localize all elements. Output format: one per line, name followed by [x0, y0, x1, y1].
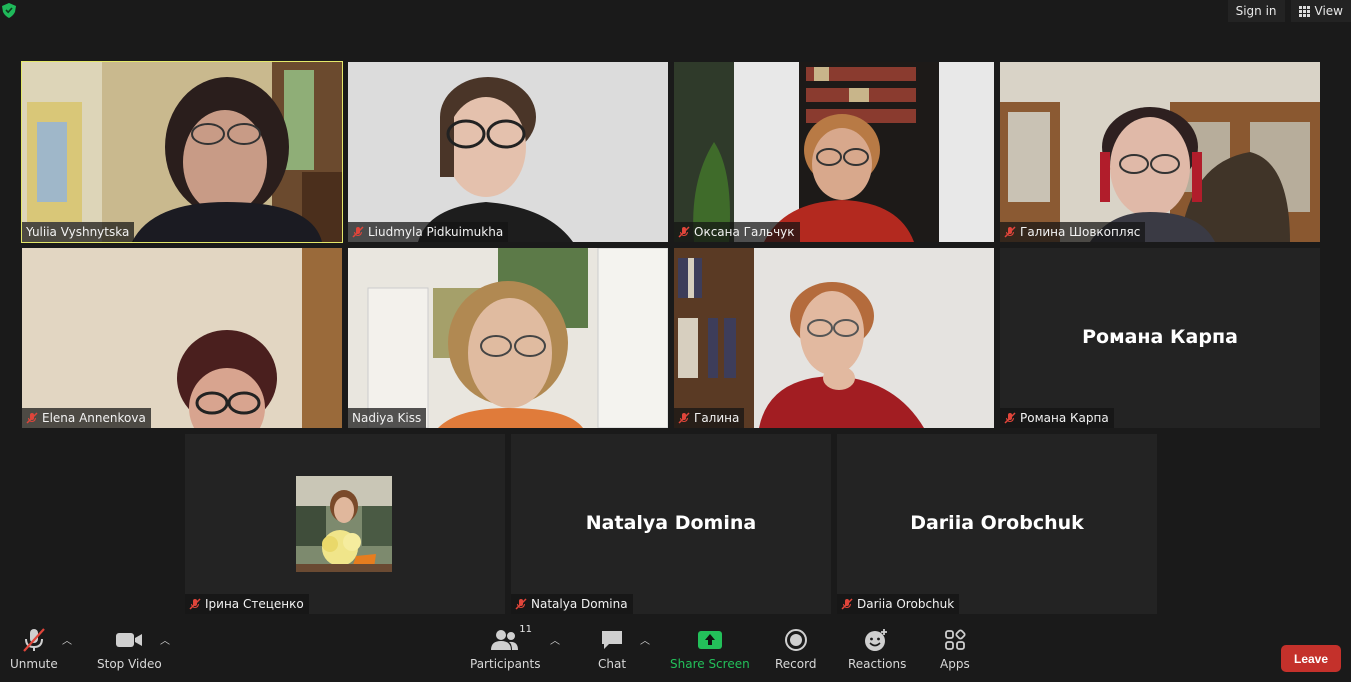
apps-icon: [944, 629, 966, 650]
unmute-label: Unmute: [10, 657, 58, 671]
record-button[interactable]: Record: [775, 626, 816, 671]
video-feed: [674, 248, 994, 428]
grid-view-icon: [1298, 5, 1310, 17]
security-shield-icon[interactable]: [2, 3, 16, 18]
chat-label: Chat: [598, 657, 627, 671]
participant-name-tag: Галина Шовкопляс: [1000, 222, 1146, 242]
meeting-controls-bar: Unmute ︿ Stop Video ︿ 11 Participants ︿: [0, 620, 1351, 682]
participant-name-tag: Yuliia Vyshnytska: [22, 222, 135, 242]
share-screen-icon: [697, 631, 722, 649]
video-tile-nadiya-kiss[interactable]: Nadiya Kiss: [348, 248, 668, 428]
video-feed: [22, 248, 342, 428]
apps-label: Apps: [940, 657, 970, 671]
video-feed: [22, 62, 342, 242]
muted-mic-icon: [841, 598, 853, 610]
leave-button[interactable]: Leave: [1281, 645, 1341, 672]
video-feed: [674, 62, 994, 242]
audio-options-chevron-icon[interactable]: ︿: [62, 632, 72, 647]
muted-microphone-icon: [23, 628, 45, 652]
video-tile-romana-karpa[interactable]: Романа Карпа Романа Карпа: [1000, 248, 1320, 428]
participant-name-tag: Natalya Domina: [511, 594, 633, 614]
video-feed: [348, 248, 668, 428]
unmute-button[interactable]: Unmute: [10, 626, 58, 671]
smiley-plus-icon: [865, 629, 888, 651]
participants-options-chevron-icon[interactable]: ︿: [550, 632, 560, 647]
share-screen-label: Share Screen: [670, 657, 750, 671]
participant-display-name: Natalya Domina: [585, 512, 757, 534]
participant-name-tag: Галина: [674, 408, 745, 428]
share-screen-button[interactable]: Share Screen: [670, 626, 750, 671]
video-camera-icon: [116, 633, 143, 647]
participant-name-tag: Dariia Orobchuk: [837, 594, 960, 614]
video-tile-elena-annenkova[interactable]: Elena Annenkova: [22, 248, 342, 428]
stop-video-label: Stop Video: [97, 657, 162, 671]
muted-mic-icon: [189, 598, 201, 610]
apps-button[interactable]: Apps: [940, 626, 970, 671]
muted-mic-icon: [26, 412, 38, 424]
muted-mic-icon: [1004, 412, 1016, 424]
muted-mic-icon: [352, 226, 364, 238]
video-tile-liudmyla-pidkuimukha[interactable]: Liudmyla Pidkuimukha: [348, 62, 668, 242]
participant-name-tag: Ірина Стеценко: [185, 594, 309, 614]
video-tile-galyna[interactable]: Галина: [674, 248, 994, 428]
participant-name-tag: Nadiya Kiss: [348, 408, 427, 428]
participants-label: Participants: [470, 657, 541, 671]
muted-mic-icon: [1004, 226, 1016, 238]
participant-count: 11: [519, 624, 532, 635]
stop-video-button[interactable]: Stop Video: [97, 626, 162, 671]
video-tile-iryna-stetsenko[interactable]: Ірина Стеценко: [185, 434, 505, 614]
video-tile-yuliia-vyshnytska[interactable]: Yuliia Vyshnytska: [21, 61, 343, 243]
video-feed: [348, 62, 668, 242]
participant-name-tag: Elena Annenkova: [22, 408, 151, 428]
reactions-label: Reactions: [848, 657, 907, 671]
reactions-button[interactable]: Reactions: [848, 626, 906, 671]
profile-avatar: [296, 476, 392, 572]
record-icon: [784, 629, 807, 651]
participant-name-tag: Романа Карпа: [1000, 408, 1114, 428]
video-options-chevron-icon[interactable]: ︿: [160, 632, 170, 647]
chat-options-chevron-icon[interactable]: ︿: [640, 632, 650, 647]
video-tile-dariia-orobchuk[interactable]: Dariia Orobchuk Dariia Orobchuk: [837, 434, 1157, 614]
muted-mic-icon: [678, 412, 690, 424]
participant-name-tag: Оксана Гальчук: [674, 222, 800, 242]
participants-icon: [491, 630, 519, 650]
muted-mic-icon: [515, 598, 527, 610]
sign-in-button[interactable]: Sign in: [1227, 0, 1285, 22]
video-feed: [1000, 62, 1320, 242]
video-tile-galyna-shovkoplias[interactable]: Галина Шовкопляс: [1000, 62, 1320, 242]
participants-button[interactable]: 11 Participants: [470, 624, 541, 671]
participant-display-name: Dariia Orobchuk: [910, 512, 1084, 534]
participant-name-tag: Liudmyla Pidkuimukha: [348, 222, 509, 242]
chat-button[interactable]: Chat: [598, 626, 626, 671]
sign-in-label: Sign in: [1235, 4, 1277, 18]
record-label: Record: [775, 657, 817, 671]
video-tile-natalya-domina[interactable]: Natalya Domina Natalya Domina: [511, 434, 831, 614]
chat-bubble-icon: [602, 631, 623, 649]
view-button[interactable]: View: [1290, 0, 1351, 22]
video-tile-oksana-galchuk[interactable]: Оксана Гальчук: [674, 62, 994, 242]
view-label: View: [1314, 4, 1343, 18]
participant-display-name: Романа Карпа: [1082, 326, 1238, 348]
muted-mic-icon: [678, 226, 690, 238]
